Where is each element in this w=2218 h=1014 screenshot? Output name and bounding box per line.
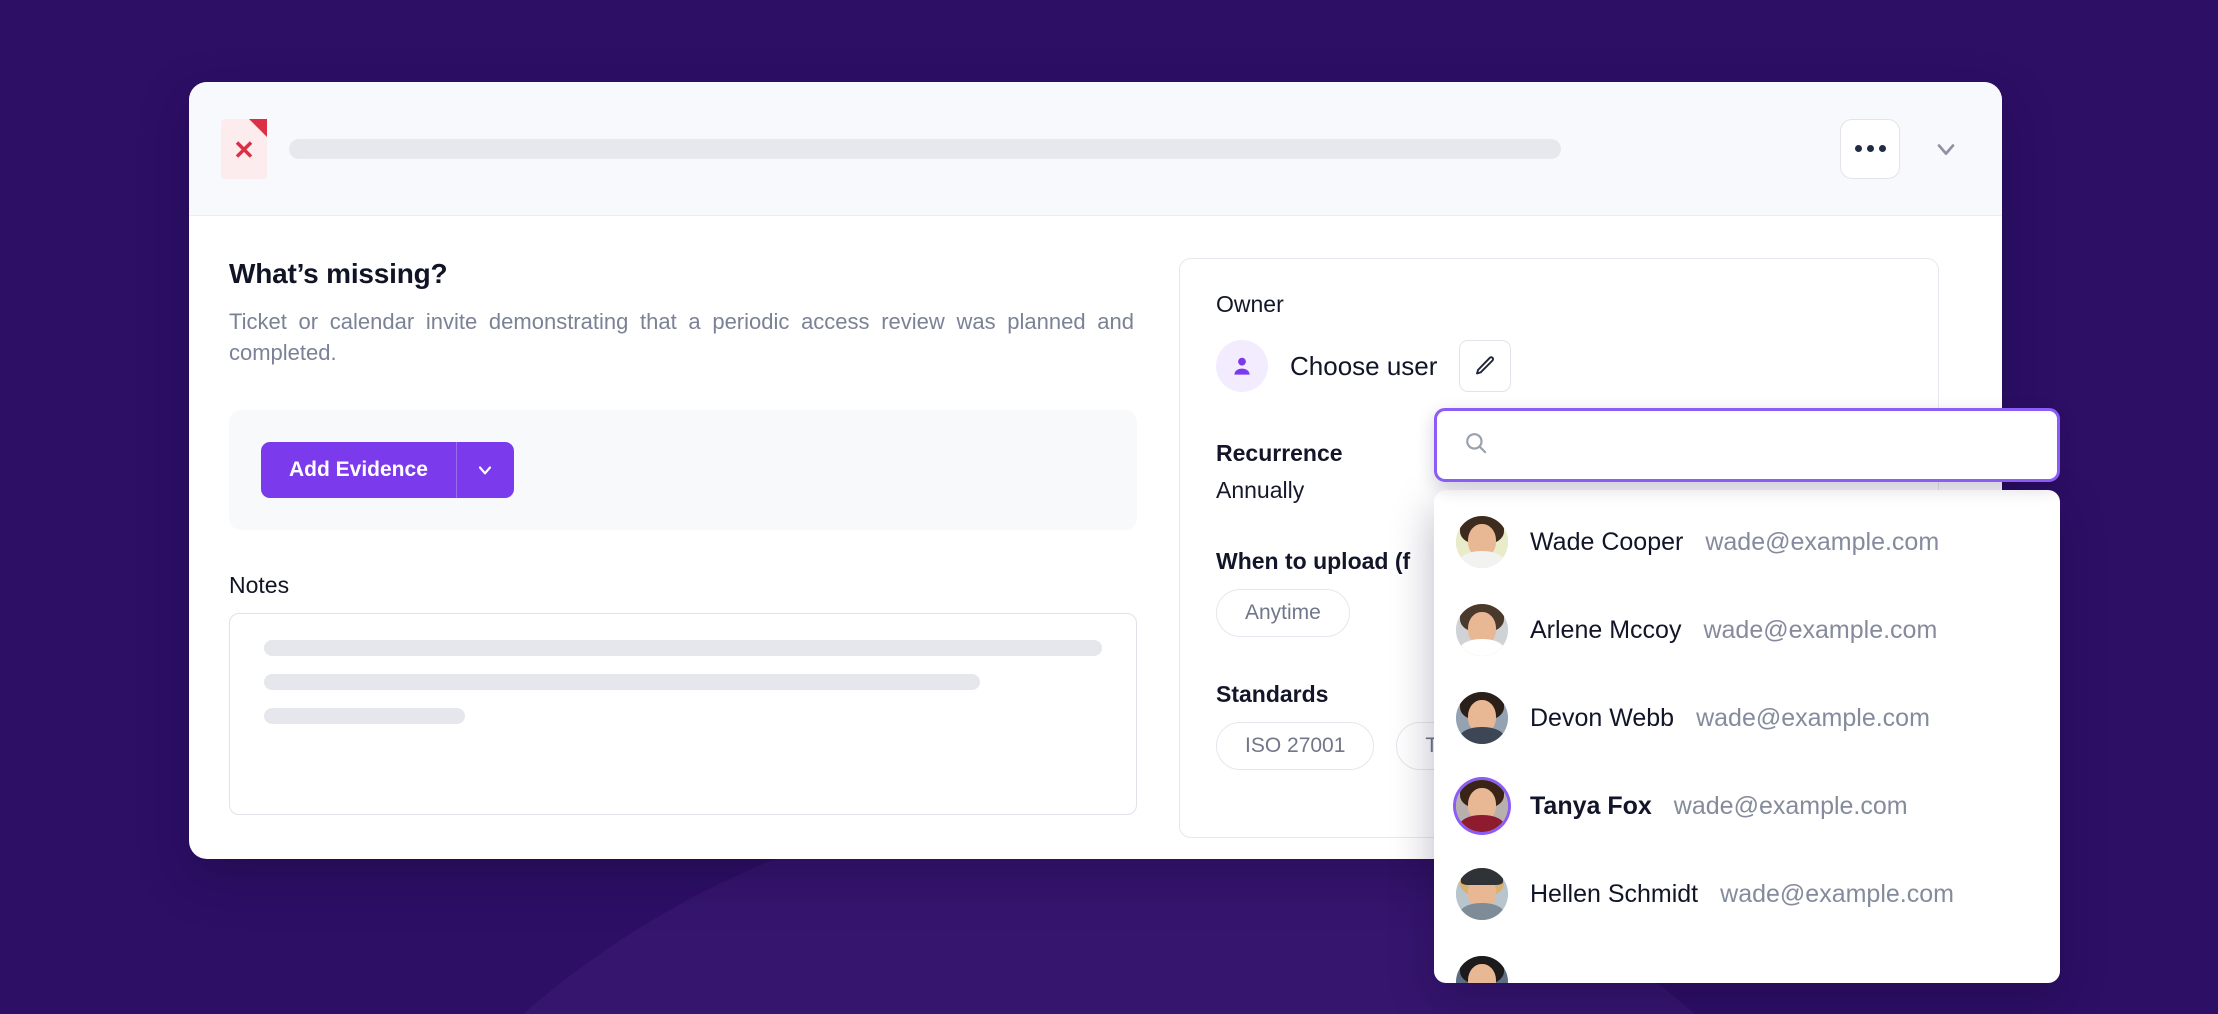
search-input[interactable] — [1505, 431, 2031, 459]
user-option[interactable] — [1434, 938, 2060, 983]
notes-skeleton-line — [264, 640, 1102, 657]
user-option[interactable]: Arlene Mccoy wade@example.com — [1434, 586, 2060, 674]
collapse-chevron-icon[interactable] — [1926, 129, 1966, 169]
add-evidence-dropdown-button[interactable] — [455, 442, 514, 499]
owner-value[interactable]: Choose user — [1290, 351, 1437, 382]
user-name: Arlene Mccoy — [1530, 615, 1682, 644]
chip-anytime[interactable]: Anytime — [1216, 589, 1350, 637]
user-name: Wade Cooper — [1530, 527, 1684, 556]
whats-missing-title: What’s missing? — [229, 258, 448, 289]
user-email: wade@example.com — [1705, 527, 1940, 556]
user-search-field[interactable] — [1434, 408, 2060, 482]
add-evidence-panel: Add Evidence — [229, 410, 1137, 531]
header-title-skeleton — [289, 138, 1561, 159]
add-evidence-group: Add Evidence — [261, 442, 514, 499]
user-name: Hellen Schmidt — [1530, 879, 1699, 908]
avatar — [1456, 780, 1508, 832]
avatar — [1456, 516, 1508, 568]
user-option[interactable]: Tanya Fox wade@example.com — [1434, 762, 2060, 850]
user-option[interactable]: Devon Webb wade@example.com — [1434, 674, 2060, 762]
owner-label: Owner — [1216, 291, 1284, 317]
owner-row: Choose user — [1216, 340, 1902, 392]
header-actions — [1840, 118, 1966, 179]
user-email: wade@example.com — [1703, 615, 1938, 644]
missing-file-icon: ✕ — [221, 118, 267, 179]
notes-skeleton-line — [264, 674, 981, 691]
whats-missing-description: Ticket or calendar invite demonstrating … — [229, 309, 1134, 366]
notes-label: Notes — [229, 572, 290, 599]
add-evidence-button[interactable]: Add Evidence — [261, 442, 456, 499]
more-options-button[interactable] — [1840, 118, 1900, 179]
user-name: Devon Webb — [1530, 703, 1675, 732]
user-email: wade@example.com — [1673, 791, 1908, 820]
chip-iso-27001[interactable]: ISO 27001 — [1216, 722, 1375, 770]
dot-icon — [1866, 145, 1874, 152]
dot-icon — [1854, 145, 1862, 152]
user-email: wade@example.com — [1696, 703, 1930, 732]
dot-icon — [1878, 145, 1886, 152]
user-placeholder-icon — [1216, 340, 1268, 392]
owner-edit-button[interactable] — [1459, 340, 1512, 392]
search-icon — [1463, 430, 1489, 461]
avatar — [1456, 956, 1508, 983]
avatar — [1456, 692, 1508, 744]
notes-skeleton-line — [264, 708, 466, 725]
user-results-list[interactable]: Wade Cooper wade@example.com Arlene Mccoy w… — [1434, 490, 2060, 983]
card-header: ✕ — [189, 82, 2002, 216]
avatar — [1456, 868, 1508, 920]
left-column: What’s missing? Ticket or calendar invit… — [229, 258, 1137, 838]
avatar — [1456, 604, 1508, 656]
user-name: Tanya Fox — [1530, 791, 1652, 820]
user-email: wade@example.com — [1720, 879, 1954, 908]
notes-textarea[interactable] — [229, 613, 1137, 816]
user-option[interactable]: Hellen Schmidt wade@example.com — [1434, 850, 2060, 938]
user-picker-popover: Wade Cooper wade@example.com Arlene Mccoy w… — [1434, 408, 2060, 983]
user-option[interactable]: Wade Cooper wade@example.com — [1434, 498, 2060, 586]
